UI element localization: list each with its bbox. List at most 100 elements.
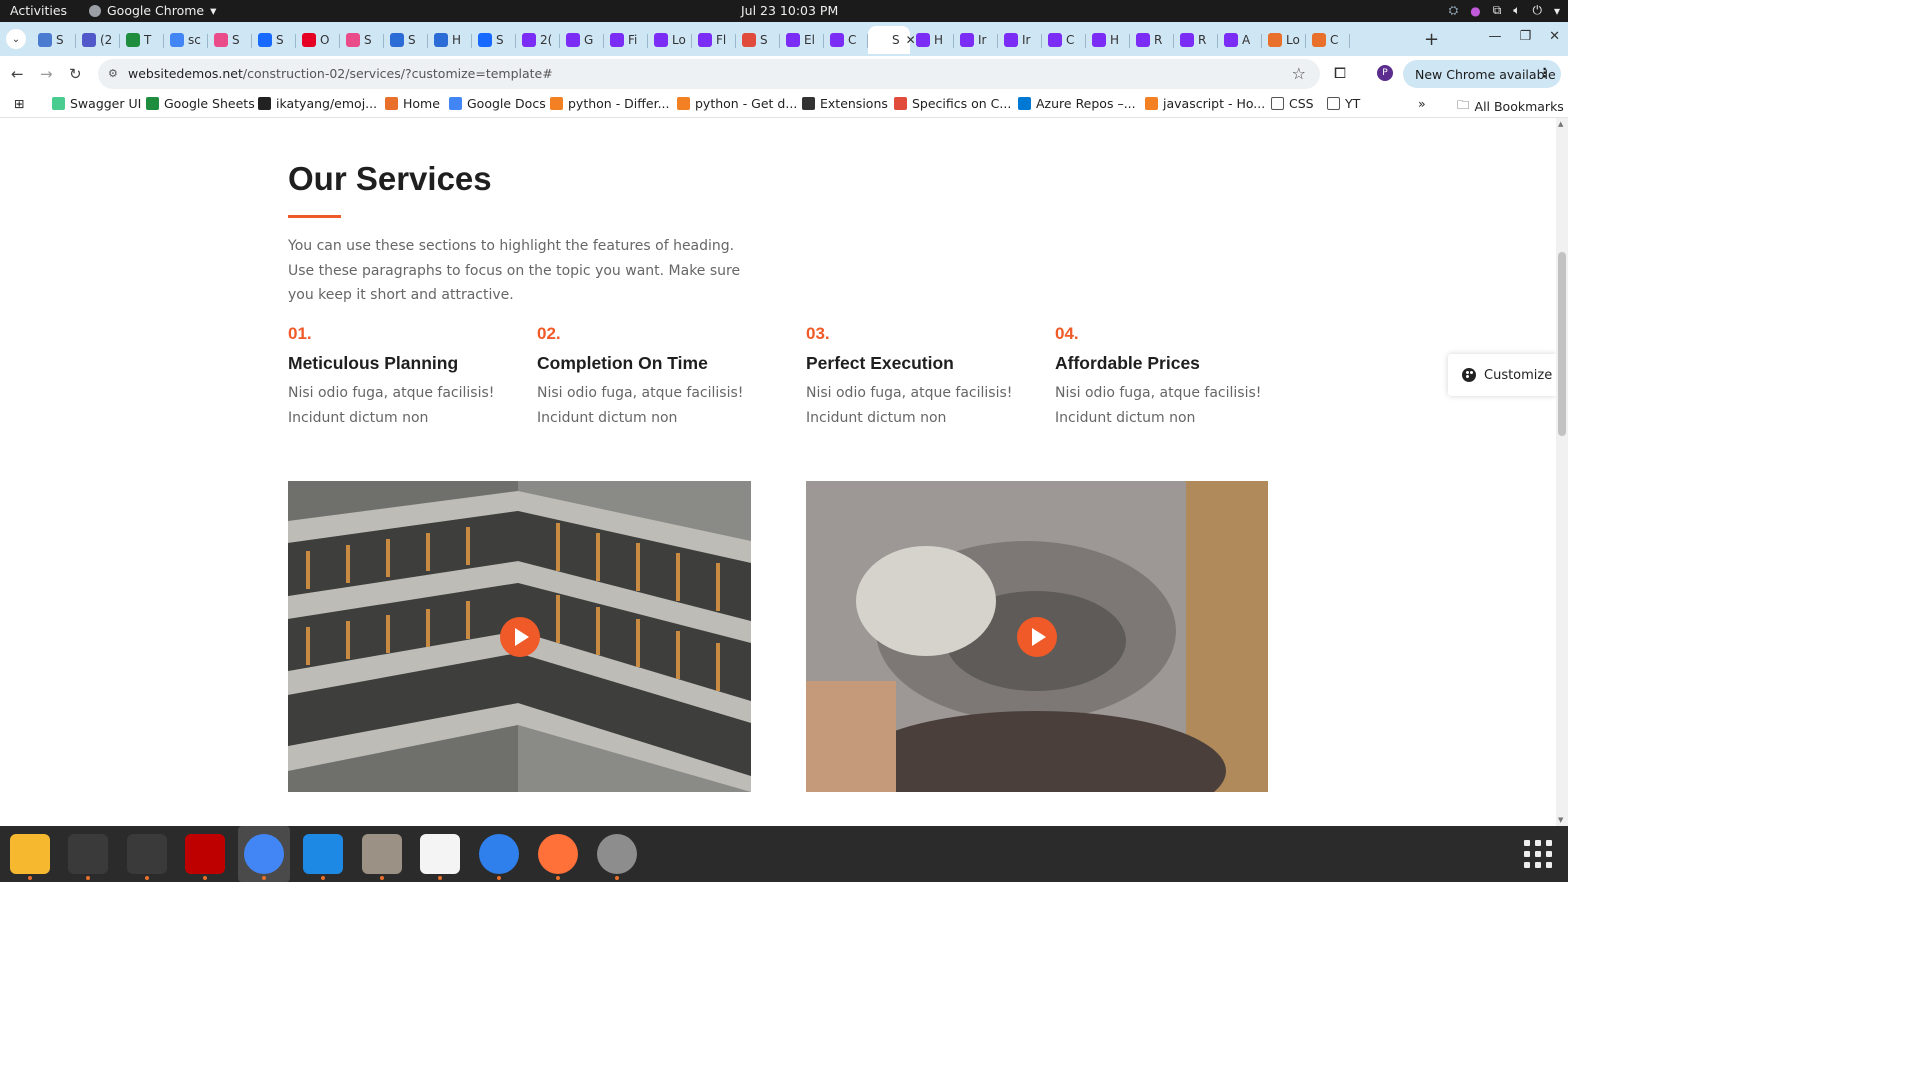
volume-icon[interactable]: 🔈︎: [1513, 3, 1520, 18]
bookmark-item[interactable]: Google Docs: [449, 96, 546, 111]
tab-title: T: [144, 33, 152, 47]
play-button-icon[interactable]: [1017, 616, 1057, 657]
browser-tab[interactable]: H: [1086, 26, 1130, 54]
video-thumbnail-concrete[interactable]: [806, 481, 1268, 792]
browser-tab[interactable]: El: [780, 26, 824, 54]
all-bookmarks[interactable]: 🗀︎ All Bookmarks: [1457, 96, 1564, 117]
browser-tab[interactable]: Ir: [998, 26, 1042, 54]
chrome-icon[interactable]: [244, 834, 284, 880]
browser-tab[interactable]: S: [340, 26, 384, 54]
files-icon[interactable]: [362, 834, 402, 880]
bookmark-favicon-icon: [802, 97, 815, 110]
browser-tab[interactable]: S: [32, 26, 76, 54]
bookmark-label: Azure Repos –...: [1036, 96, 1136, 111]
network-icon[interactable]: ⧉: [1493, 3, 1502, 18]
feature-title: Meticulous Planning: [288, 353, 459, 373]
address-bar[interactable]: ⚙ websitedemos.net/construction-02/servi…: [98, 59, 1320, 89]
browser-tab[interactable]: Lo: [1262, 26, 1306, 54]
browser-tab[interactable]: H: [428, 26, 472, 54]
bookmark-star-icon[interactable]: ☆: [1292, 64, 1306, 83]
new-tab-button[interactable]: +: [1424, 29, 1439, 50]
bookmark-item[interactable]: python - Get d...: [677, 96, 797, 111]
browser-tab[interactable]: C: [1306, 26, 1350, 54]
bookmark-item[interactable]: python - Differ...: [550, 96, 670, 111]
scrollbar-thumb[interactable]: [1558, 252, 1566, 436]
tab-favicon-icon: [214, 33, 228, 47]
tab-search-button[interactable]: ⌄: [6, 29, 26, 49]
browser-tab[interactable]: C: [824, 26, 868, 54]
thunderbird-icon[interactable]: [479, 834, 519, 880]
extensions-puzzle-icon[interactable]: ⧠: [1334, 64, 1346, 82]
show-applications-icon[interactable]: [1524, 840, 1552, 868]
browser-tab[interactable]: H: [910, 26, 954, 54]
filezilla-icon[interactable]: [185, 834, 225, 880]
site-info-icon[interactable]: ⚙: [108, 67, 122, 81]
firefox-icon[interactable]: [538, 834, 578, 880]
new-chrome-available-button[interactable]: New Chrome available ⋮: [1403, 60, 1561, 88]
bookmark-item[interactable]: YT: [1327, 96, 1360, 111]
close-window-icon[interactable]: ✕: [1549, 29, 1560, 44]
terminal-icon[interactable]: [127, 834, 167, 880]
feature-description: Nisi odio fuga, atque facilisis! Incidunt…: [288, 385, 495, 426]
browser-tab[interactable]: (2: [76, 26, 120, 54]
browser-tab[interactable]: Ir: [954, 26, 998, 54]
apps-grid-icon[interactable]: ⊞: [14, 96, 24, 111]
system-tray[interactable]: ⛭ ● ⧉ 🔈︎ ⏻ ▾: [1449, 3, 1560, 18]
activities-button[interactable]: Activities: [10, 3, 67, 18]
browser-tab[interactable]: R: [1174, 26, 1218, 54]
kebab-menu-icon[interactable]: ⋮: [1539, 65, 1552, 80]
browser-tab[interactable]: O: [296, 26, 340, 54]
browser-tab[interactable]: T: [120, 26, 164, 54]
browser-tab[interactable]: Fi: [604, 26, 648, 54]
bookmark-item[interactable]: javascript - Ho...: [1145, 96, 1265, 111]
notes-app-icon[interactable]: [10, 834, 50, 880]
power-icon[interactable]: ⏻: [1532, 3, 1542, 18]
url-text[interactable]: websitedemos.net/construction-02/service…: [128, 66, 553, 81]
play-button-icon[interactable]: [499, 616, 540, 657]
clock[interactable]: Jul 23 10:03 PM: [741, 3, 838, 18]
reload-icon[interactable]: ↻: [69, 65, 82, 83]
bookmark-item[interactable]: Home: [385, 96, 440, 111]
browser-tab[interactable]: R: [1130, 26, 1174, 54]
bookmark-item[interactable]: Extensions: [802, 96, 888, 111]
text-editor-icon[interactable]: [420, 834, 460, 880]
bookmark-item[interactable]: Swagger UI: [52, 96, 141, 111]
browser-tab[interactable]: A: [1218, 26, 1262, 54]
browser-tab[interactable]: G: [560, 26, 604, 54]
tab-active[interactable]: S ✕: [868, 26, 916, 54]
bookmark-item[interactable]: Google Sheets: [146, 96, 255, 111]
customize-button[interactable]: Customize: [1448, 354, 1556, 396]
browser-tab[interactable]: Lo: [648, 26, 692, 54]
forward-icon[interactable]: →: [40, 65, 53, 83]
bookmark-item[interactable]: Azure Repos –...: [1018, 96, 1136, 111]
extension-indicator-icon[interactable]: ●: [1470, 4, 1480, 18]
video-thumbnail-building[interactable]: [288, 481, 751, 792]
browser-tab[interactable]: S: [472, 26, 516, 54]
tray-menu-icon[interactable]: ▾: [1554, 4, 1560, 18]
minimize-icon[interactable]: —: [1488, 29, 1501, 44]
system-monitor-icon[interactable]: [68, 834, 108, 880]
maximize-icon[interactable]: ❐: [1519, 29, 1531, 44]
vscode-icon[interactable]: [303, 834, 343, 880]
app-menu[interactable]: Google Chrome ▾: [89, 3, 216, 18]
browser-tab[interactable]: S: [736, 26, 780, 54]
scroll-up-icon[interactable]: ▲: [1558, 120, 1563, 128]
tab-title: H: [934, 33, 944, 47]
translate-indicator-icon[interactable]: ⛭: [1449, 3, 1459, 18]
scroll-down-icon[interactable]: ▼: [1558, 816, 1563, 824]
bookmark-item[interactable]: Specifics on C...: [894, 96, 1011, 111]
profile-avatar[interactable]: P: [1377, 65, 1393, 81]
bookmark-item[interactable]: ikatyang/emoj...: [258, 96, 377, 111]
disks-icon[interactable]: [597, 834, 637, 880]
browser-tab[interactable]: C: [1042, 26, 1086, 54]
browser-tab[interactable]: sc: [164, 26, 208, 54]
bookmark-item[interactable]: CSS: [1271, 96, 1314, 111]
page-scrollbar[interactable]: ▲ ▼: [1556, 118, 1568, 826]
browser-tab[interactable]: S: [252, 26, 296, 54]
more-bookmarks-icon[interactable]: »: [1418, 96, 1426, 111]
browser-tab[interactable]: Fl: [692, 26, 736, 54]
browser-tab[interactable]: S: [208, 26, 252, 54]
back-icon[interactable]: ←: [11, 65, 24, 83]
browser-tab[interactable]: 2(: [516, 26, 560, 54]
browser-tab[interactable]: S: [384, 26, 428, 54]
